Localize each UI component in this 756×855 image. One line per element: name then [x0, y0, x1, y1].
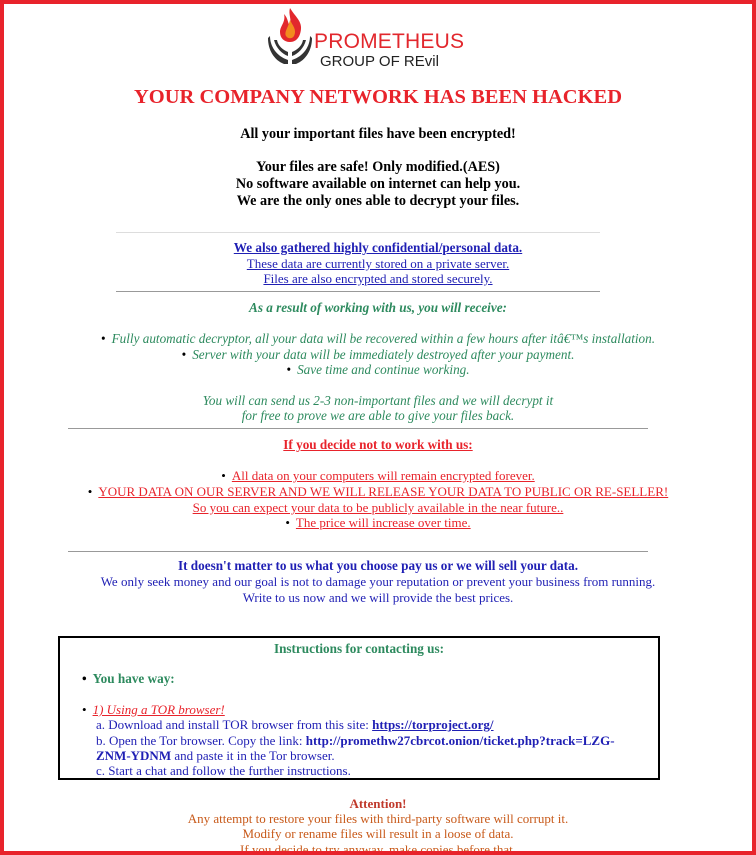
- receive-item-3: Save time and continue working.: [4, 362, 752, 378]
- logo-brand-name: PROMETHEUS: [314, 30, 465, 53]
- flame-hands-icon: [268, 8, 312, 64]
- not-work-heading: If you decide not to work with us:: [283, 437, 473, 452]
- intro-line-4: We are the only ones able to decrypt you…: [236, 193, 520, 209]
- instructions-step-c: c. Start a chat and follow the further i…: [96, 763, 351, 778]
- list-item: You have way:: [82, 671, 175, 686]
- attention-line-1: Any attempt to restore your files with t…: [187, 811, 569, 826]
- ransom-note-frame: PROMETHEUS GROUP OF REvil YOUR COMPANY N…: [0, 0, 756, 855]
- onion-link-cont[interactable]: ZNM-YDNM: [96, 748, 171, 763]
- onion-link[interactable]: http://promethw27cbrcot.onion/ticket.php…: [306, 733, 615, 748]
- divider: [68, 551, 648, 552]
- receive-note-2: for free to prove we are able to give yo…: [241, 408, 515, 423]
- data-notice-line-2: These data are currently stored on a pri…: [246, 256, 510, 271]
- closing-line-3: Write to us now and we will provide the …: [242, 590, 514, 605]
- data-notice-line-3: Files are also encrypted and stored secu…: [263, 271, 493, 286]
- logo-brand-sub: GROUP OF REvil: [320, 53, 439, 70]
- torproject-link[interactable]: https://torproject.org/: [372, 717, 493, 732]
- page-title: YOUR COMPANY NETWORK HAS BEEN HACKED: [133, 86, 623, 108]
- step-a-text: a. Download and install TOR browser from…: [96, 717, 373, 732]
- instructions-step-b: b. Open the Tor browser. Copy the link: …: [96, 733, 615, 749]
- divider: [68, 428, 648, 429]
- divider: [116, 232, 600, 233]
- instructions-title: Instructions for contacting us:: [273, 641, 445, 656]
- closing-line-1: It doesn't matter to us what you choose …: [177, 558, 579, 573]
- instructions-box: Instructions for contacting us: You have…: [58, 636, 660, 780]
- list-item: All data on your computers will remain e…: [221, 468, 535, 483]
- not-work-item-2: YOUR DATA ON OUR SERVER AND WE WILL RELE…: [4, 484, 752, 500]
- not-work-item-3: So you can expect your data to be public…: [192, 500, 564, 515]
- list-item: 1) Using a TOR browser!: [82, 702, 225, 717]
- instructions-option: 1) Using a TOR browser!: [82, 702, 225, 718]
- instructions-step-b-cont: ZNM-YDNM and paste it in the Tor browser…: [96, 748, 335, 764]
- divider: [116, 291, 600, 292]
- attention-heading: Attention!: [349, 796, 407, 811]
- receive-item-1: Fully automatic decryptor, all your data…: [4, 331, 752, 347]
- list-item: The price will increase over time.: [285, 515, 471, 530]
- not-work-item-1: All data on your computers will remain e…: [4, 468, 752, 484]
- intro-line-3: No software available on internet can he…: [235, 176, 521, 192]
- step-b-text-2: and paste it in the Tor browser.: [171, 748, 335, 763]
- step-b-text: b. Open the Tor browser. Copy the link:: [96, 733, 306, 748]
- receive-heading: As a result of working with us, you will…: [249, 300, 507, 315]
- closing-line-2: We only seek money and our goal is not t…: [100, 574, 656, 589]
- receive-item-2: Server with your data will be immediatel…: [4, 347, 752, 363]
- intro-line-1: All your important files have been encry…: [240, 126, 516, 142]
- list-item: YOUR DATA ON OUR SERVER AND WE WILL RELE…: [88, 484, 668, 499]
- list-item: Save time and continue working.: [286, 362, 470, 377]
- not-work-item-4: The price will increase over time.: [4, 515, 752, 531]
- receive-note-1: You will can send us 2-3 non-important f…: [202, 393, 554, 408]
- intro-line-2: Your files are safe! Only modified.(AES): [256, 159, 500, 175]
- attention-line-3: If you decide to try anyway, make copies…: [239, 842, 517, 855]
- instructions-way: You have way:: [82, 671, 175, 687]
- attention-line-2: Modify or rename files will result in a …: [242, 826, 514, 841]
- list-item: Server with your data will be immediatel…: [182, 347, 574, 362]
- prometheus-logo: PROMETHEUS GROUP OF REvil: [266, 6, 466, 72]
- list-item: Fully automatic decryptor, all your data…: [101, 331, 655, 346]
- instructions-step-a: a. Download and install TOR browser from…: [96, 717, 494, 733]
- data-notice-heading: We also gathered highly confidential/per…: [233, 240, 523, 255]
